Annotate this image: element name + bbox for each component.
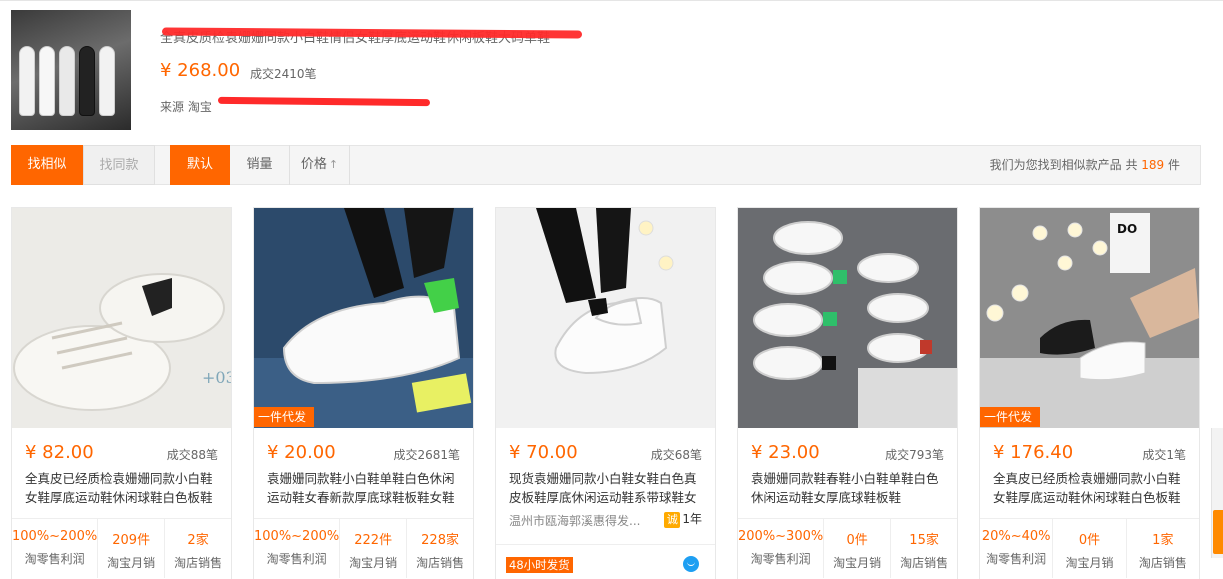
sort-toolbar: 找相似 找同款 默认 销量 价格 ↑ 我们为您找到相似款产品 共 189 件 [11, 145, 1201, 185]
stat-value: 2家 [187, 533, 209, 548]
sort-price-tab[interactable]: 价格 ↑ [290, 145, 350, 185]
stat-value: 209件 [112, 533, 151, 548]
result-suffix: 件 [1164, 158, 1180, 172]
stat-profit: 20%~40% 淘零售利润 [980, 519, 1054, 578]
source-product-price: ¥ 268.00 [160, 60, 241, 81]
product-deals: 成交2681笔 [393, 448, 460, 462]
stat-value: 20%~40% [981, 529, 1051, 544]
product-deals: 成交793笔 [885, 448, 944, 462]
stat-value: 200%~300% [738, 529, 824, 544]
stat-stores: 1家淘店销售 [1127, 519, 1199, 578]
stat-monthly-sales: 209件淘宝月销 [98, 519, 166, 578]
stat-value: 0件 [1078, 533, 1101, 548]
product-image[interactable] [738, 208, 957, 428]
result-number: 189 [1141, 158, 1165, 172]
stat-label: 淘店销售 [900, 556, 949, 570]
seller-years-value: 1年 [682, 512, 702, 526]
svg-text:+03: +03 [202, 368, 231, 387]
product-deals: 成交68笔 [650, 448, 702, 462]
stat-value: 222件 [354, 533, 393, 548]
stat-label: 淘宝月销 [833, 556, 882, 570]
shipping-badge: 48小时发货 [506, 557, 573, 573]
source-product: 全真皮质检袁姗姗同款小白鞋情侣女鞋厚底运动鞋休闲板鞋大码单鞋 ¥ 268.00 … [0, 0, 1223, 140]
side-float-tab[interactable] [1213, 510, 1223, 554]
stat-monthly-sales: 0件淘宝月销 [1053, 519, 1127, 578]
find-similar-button[interactable]: 找相似 [11, 145, 83, 185]
stat-label: 淘零售利润 [750, 552, 811, 566]
sort-default-tab[interactable]: 默认 [170, 145, 230, 185]
product-title[interactable]: 全真皮已经质检袁姗姗同款小白鞋女鞋厚底运动鞋休闲球鞋白色板鞋 [993, 469, 1189, 509]
stat-value: 100%~200% [254, 529, 340, 544]
stat-profit: 200%~300% 淘零售利润 [738, 519, 825, 578]
stat-label: 淘零售利润 [266, 552, 327, 566]
product-card[interactable]: ¥ 23.00 成交793笔 袁姗姗同款鞋春鞋小白鞋单鞋白色休闲运动鞋女厚底球鞋… [737, 207, 958, 579]
stat-value: 0件 [846, 533, 868, 548]
stat-stores: 228家淘店销售 [407, 519, 473, 578]
stat-monthly-sales: 0件淘宝月销 [824, 519, 892, 578]
stat-value: 228家 [421, 533, 459, 548]
stat-label: 淘店销售 [1138, 556, 1187, 570]
source-product-image[interactable] [11, 10, 131, 130]
product-price: ¥ 23.00 [751, 442, 820, 463]
product-image[interactable]: DO [980, 208, 1199, 428]
product-image[interactable]: +03 [12, 208, 231, 428]
stat-stores: 2家淘店销售 [165, 519, 231, 578]
stat-stores: 15家淘店销售 [891, 519, 957, 578]
product-price: ¥ 20.00 [267, 442, 336, 463]
source-product-origin: 来源 淘宝 [160, 100, 212, 114]
result-count: 我们为您找到相似款产品 共 189 件 [990, 146, 1180, 184]
find-same-button[interactable]: 找同款 [83, 145, 155, 185]
stat-profit: 100%~200% 淘零售利润 [12, 519, 99, 578]
product-price: ¥ 176.40 [993, 442, 1074, 463]
sort-arrow-icon: ↑ [328, 158, 339, 171]
dropship-badge: 一件代发 [254, 407, 315, 427]
dropship-badge: 一件代发 [980, 407, 1041, 427]
product-price: ¥ 70.00 [509, 442, 578, 463]
product-stats: 100%~200% 淘零售利润 222件淘宝月销 228家淘店销售 [254, 518, 473, 578]
stat-label: 淘零售利润 [24, 552, 85, 566]
stat-profit: 100%~200% 淘零售利润 [254, 519, 341, 578]
product-card[interactable]: DO 一件代发 ¥ 176.40 成交1笔 全真皮已经质检袁姗姗同款小白鞋女鞋厚… [979, 207, 1200, 579]
sort-price-label: 价格 [300, 157, 327, 172]
seller-years: 诚 1年 [664, 510, 702, 528]
product-image[interactable] [254, 208, 473, 428]
product-card[interactable]: ¥ 70.00 成交68笔 现货袁姗姗同款小白鞋女鞋白色真皮板鞋厚底休闲运动鞋系… [495, 207, 716, 579]
stat-monthly-sales: 222件淘宝月销 [340, 519, 408, 578]
stat-value: 100%~200% [12, 529, 98, 544]
stat-label: 淘零售利润 [986, 552, 1047, 566]
product-stats: 20%~40% 淘零售利润 0件淘宝月销 1家淘店销售 [980, 518, 1199, 578]
stat-label: 淘店销售 [416, 556, 465, 570]
product-title[interactable]: 现货袁姗姗同款小白鞋女鞋白色真皮板鞋厚底休闲运动鞋系带球鞋女 [509, 469, 705, 509]
product-title[interactable]: 袁姗姗同款鞋小白鞋单鞋白色休闲运动鞋女春新款厚底球鞋板鞋女鞋 [267, 469, 463, 509]
product-price: ¥ 82.00 [25, 442, 94, 463]
product-deals: 成交1笔 [1142, 448, 1186, 462]
svg-text:DO: DO [1117, 222, 1137, 236]
trust-icon: 诚 [664, 511, 681, 528]
product-title[interactable]: 全真皮已经质检袁姗姗同款小白鞋女鞋厚底运动鞋休闲球鞋白色板鞋 [25, 469, 221, 509]
product-card[interactable]: +03 ¥ 82.00 成交88笔 全真皮已经质检袁姗姗同款小白鞋女鞋厚底运动鞋… [11, 207, 232, 579]
product-stats: 200%~300% 淘零售利润 0件淘宝月销 15家淘店销售 [738, 518, 957, 578]
stat-value: 1家 [1152, 533, 1174, 548]
result-prefix: 我们为您找到相似款产品 共 [989, 158, 1142, 172]
stat-label: 淘宝月销 [1065, 556, 1114, 570]
sort-sales-tab[interactable]: 销量 [230, 145, 290, 185]
product-stats: 100%~200% 淘零售利润 209件淘宝月销 2家淘店销售 [12, 518, 231, 578]
stat-label: 淘宝月销 [107, 556, 156, 570]
source-product-deals: 成交2410笔 [250, 67, 317, 81]
product-image[interactable] [496, 208, 715, 428]
stat-label: 淘宝月销 [349, 556, 398, 570]
product-card[interactable]: 一件代发 ¥ 20.00 成交2681笔 袁姗姗同款鞋小白鞋单鞋白色休闲运动鞋女… [253, 207, 474, 579]
shipping-row: 48小时发货 [496, 544, 715, 579]
seller-name[interactable]: 温州市瓯海郭溪惠得发... [509, 512, 649, 529]
chat-icon[interactable] [683, 556, 699, 572]
product-title[interactable]: 袁姗姗同款鞋春鞋小白鞋单鞋白色休闲运动鞋女厚底球鞋板鞋 [751, 469, 947, 509]
stat-value: 15家 [909, 533, 939, 548]
stat-label: 淘店销售 [174, 556, 223, 570]
redaction-mark [217, 96, 431, 107]
product-deals: 成交88笔 [166, 448, 218, 462]
